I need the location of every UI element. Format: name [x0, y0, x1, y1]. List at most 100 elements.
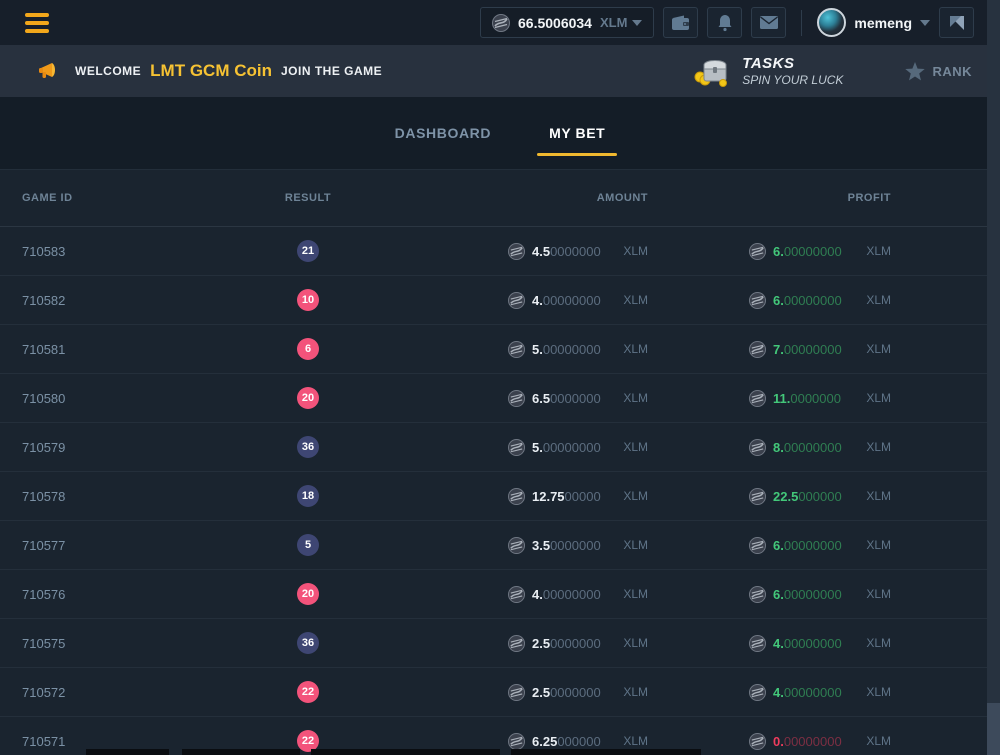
star-icon — [905, 62, 925, 81]
tab-my-bet[interactable]: MY BET — [543, 98, 611, 168]
profit-currency: XLM — [866, 342, 891, 356]
game-id: 710575 — [0, 636, 252, 651]
xlm-coin-icon — [749, 537, 766, 554]
mail-icon — [760, 16, 778, 29]
amount-currency: XLM — [623, 440, 648, 454]
bet-row[interactable]: 710579 36 5.00000000 XLM 8.00000000 XLM — [0, 423, 1000, 472]
amount-cell: 5.00000000 XLM — [508, 439, 648, 456]
rank-label: RANK — [932, 64, 972, 79]
bet-row[interactable]: 710582 10 4.00000000 XLM 6.00000000 XLM — [0, 276, 1000, 325]
scrollbar-thumb[interactable] — [987, 703, 1000, 755]
wallet-button[interactable] — [663, 7, 698, 38]
my-bet-table: GAME ID RESULT AMOUNT PROFIT 710583 21 4… — [0, 170, 1000, 755]
result-badge: 20 — [297, 387, 319, 409]
bet-row[interactable]: 710576 20 4.00000000 XLM 6.00000000 XLM — [0, 570, 1000, 619]
amount-cell: 3.50000000 XLM — [508, 537, 648, 554]
xlm-coin-icon — [508, 488, 525, 505]
bet-row[interactable]: 710577 5 3.50000000 XLM 6.00000000 XLM — [0, 521, 1000, 570]
megaphone-icon — [38, 60, 62, 82]
game-id: 710577 — [0, 538, 252, 553]
amount-currency: XLM — [623, 685, 648, 699]
xlm-coin-icon — [492, 14, 510, 32]
header-amount: AMOUNT — [508, 192, 648, 204]
result-badge: 18 — [297, 485, 319, 507]
game-id: 710580 — [0, 391, 252, 406]
notifications-button[interactable] — [707, 7, 742, 38]
balance-currency-selector[interactable]: 66.5006034 XLM — [480, 7, 654, 38]
profit-cell: 11.0000000 XLM — [749, 390, 891, 407]
xlm-coin-icon — [508, 635, 525, 652]
user-menu[interactable]: memeng — [817, 8, 930, 37]
hamburger-menu-button[interactable] — [25, 13, 49, 33]
profit-currency: XLM — [866, 440, 891, 454]
xlm-coin-icon — [508, 733, 525, 750]
result-badge: 36 — [297, 436, 319, 458]
amount-cell: 12.7500000 XLM — [508, 488, 648, 505]
messages-button[interactable] — [751, 7, 786, 38]
xlm-coin-icon — [749, 243, 766, 260]
result-badge: 22 — [297, 681, 319, 703]
result-badge: 6 — [297, 338, 319, 360]
bottom-cutoff-bar — [311, 749, 500, 755]
profit-currency: XLM — [866, 734, 891, 748]
profit-cell: 4.00000000 XLM — [749, 635, 891, 652]
header-result: RESULT — [252, 192, 364, 204]
amount-cell: 5.00000000 XLM — [508, 341, 648, 358]
bottom-cutoff-bar — [86, 749, 169, 755]
bet-row[interactable]: 710572 22 2.50000000 XLM 4.00000000 XLM — [0, 668, 1000, 717]
username: memeng — [854, 15, 912, 31]
user-avatar — [817, 8, 846, 37]
xlm-coin-icon — [749, 586, 766, 603]
game-id: 710571 — [0, 734, 252, 749]
bottom-cutoff-bar — [182, 749, 300, 755]
rank-widget[interactable]: RANK — [905, 62, 972, 81]
chevron-down-icon — [632, 20, 642, 26]
profit-cell: 22.5000000 XLM — [749, 488, 891, 505]
profit-currency: XLM — [866, 538, 891, 552]
profit-cell: 6.00000000 XLM — [749, 243, 891, 260]
xlm-coin-icon — [749, 292, 766, 309]
bell-icon — [717, 14, 733, 32]
bet-row[interactable]: 710578 18 12.7500000 XLM 22.5000000 XLM — [0, 472, 1000, 521]
amount-cell: 4.00000000 XLM — [508, 586, 648, 603]
bottom-cutoff-bar — [511, 749, 701, 755]
amount-cell: 4.00000000 XLM — [508, 292, 648, 309]
game-id: 710581 — [0, 342, 252, 357]
profit-currency: XLM — [866, 587, 891, 601]
amount-currency: XLM — [623, 734, 648, 748]
tab-dashboard[interactable]: DASHBOARD — [389, 98, 497, 168]
xlm-coin-icon — [508, 439, 525, 456]
bet-row[interactable]: 710575 36 2.50000000 XLM 4.00000000 XLM — [0, 619, 1000, 668]
amount-currency: XLM — [623, 342, 648, 356]
page-scrollbar[interactable] — [987, 0, 1000, 755]
chat-toggle-button[interactable] — [939, 7, 974, 38]
amount-cell: 6.25000000 XLM — [508, 733, 648, 750]
bet-row[interactable]: 710583 21 4.50000000 XLM 6.00000000 XLM — [0, 227, 1000, 276]
announcement-banner: WELCOME LMT GCM Coin JOIN THE GAME TASKS… — [0, 45, 1000, 97]
amount-currency: XLM — [623, 538, 648, 552]
xlm-coin-icon — [508, 243, 525, 260]
xlm-coin-icon — [749, 439, 766, 456]
amount-cell: 2.50000000 XLM — [508, 684, 648, 701]
tasks-subtitle: SPIN YOUR LUCK — [742, 73, 843, 87]
amount-currency: XLM — [623, 244, 648, 258]
result-badge: 5 — [297, 534, 319, 556]
promo-coin-name: LMT GCM Coin — [150, 61, 272, 81]
profit-cell: 0.00000000 XLM — [749, 733, 891, 750]
welcome-prefix: WELCOME — [75, 64, 141, 78]
bet-row[interactable]: 710581 6 5.00000000 XLM 7.00000000 XLM — [0, 325, 1000, 374]
xlm-coin-icon — [749, 684, 766, 701]
xlm-coin-icon — [749, 488, 766, 505]
treasure-chest-icon — [692, 55, 732, 87]
game-id: 710576 — [0, 587, 252, 602]
amount-currency: XLM — [623, 636, 648, 650]
profit-currency: XLM — [866, 489, 891, 503]
bet-row[interactable]: 710580 20 6.50000000 XLM 11.0000000 XLM — [0, 374, 1000, 423]
xlm-coin-icon — [508, 586, 525, 603]
result-badge: 36 — [297, 632, 319, 654]
topbar: 66.5006034 XLM memeng — [0, 0, 1000, 45]
xlm-coin-icon — [508, 390, 525, 407]
profit-cell: 7.00000000 XLM — [749, 341, 891, 358]
tasks-widget[interactable]: TASKS SPIN YOUR LUCK — [692, 55, 843, 87]
profit-cell: 6.00000000 XLM — [749, 586, 891, 603]
